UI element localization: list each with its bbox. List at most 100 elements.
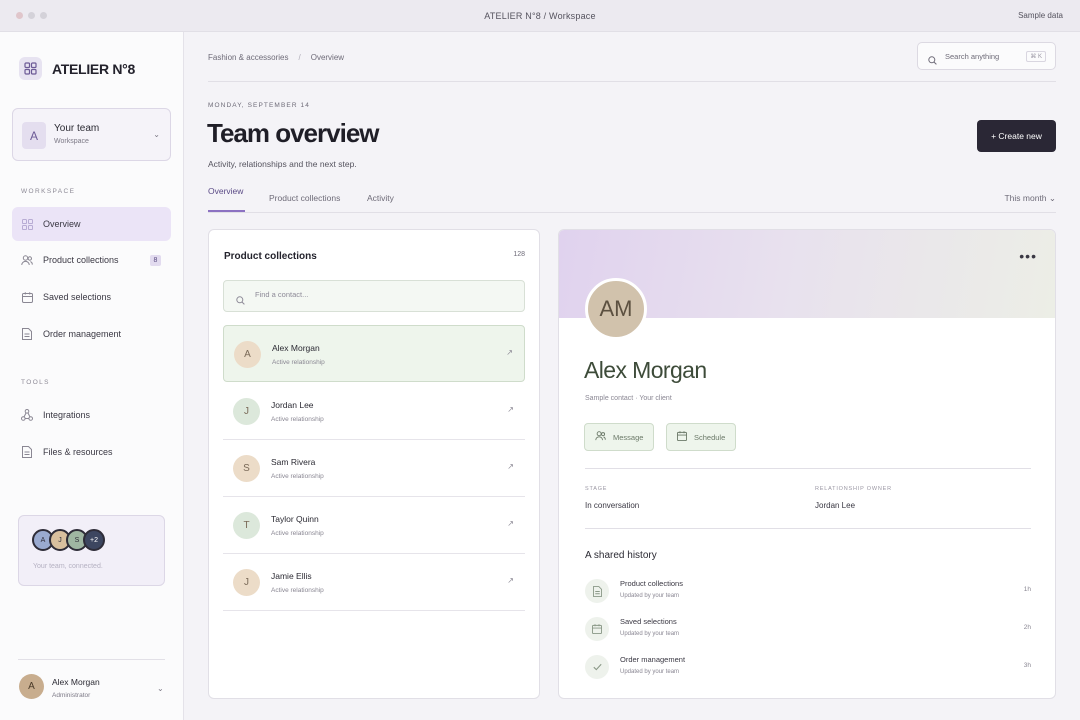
keyboard-shortcut: ⌘ K bbox=[1026, 51, 1046, 62]
arrow-up-right-icon[interactable]: ↗ bbox=[507, 405, 514, 414]
grid-icon bbox=[19, 57, 42, 80]
message-button[interactable]: Message bbox=[584, 423, 655, 451]
document-icon bbox=[585, 579, 609, 603]
history-time: 2h bbox=[1023, 624, 1031, 631]
arrow-up-right-icon[interactable]: ↗ bbox=[507, 462, 514, 471]
sidebar-item-label: Integrations bbox=[43, 410, 91, 420]
tab-product-collections[interactable]: Product collections bbox=[269, 193, 340, 203]
team-switcher[interactable]: A Your team Workspace ⌄ bbox=[12, 108, 171, 161]
create-new-button[interactable]: + Create new bbox=[977, 120, 1056, 152]
contact-status: Active relationship bbox=[271, 416, 324, 423]
check-icon bbox=[585, 655, 609, 679]
contact-row[interactable]: J Jamie Ellis Active relationship ↗ bbox=[223, 554, 525, 611]
stage-label: STAGE bbox=[585, 486, 608, 492]
arrow-up-right-icon[interactable]: ↗ bbox=[506, 348, 513, 357]
period-selector[interactable]: This month ⌄ bbox=[1004, 193, 1056, 204]
contact-name: Alex Morgan bbox=[584, 357, 707, 383]
active-tab-indicator bbox=[208, 210, 245, 212]
contact-detail-panel: ••• AM Alex Morgan Sample contact · Your… bbox=[558, 229, 1056, 699]
breadcrumb-separator: / bbox=[298, 53, 301, 62]
contact-row[interactable]: J Jordan Lee Active relationship ↗ bbox=[223, 383, 525, 440]
avatar[interactable]: A bbox=[19, 674, 44, 699]
sidebar-item-label: Files & resources bbox=[43, 447, 113, 457]
sidebar-item-product-collections[interactable]: Product collections 8 bbox=[12, 243, 171, 277]
breadcrumb: Fashion & accessories / Overview bbox=[208, 53, 344, 62]
sidebar-item-integrations[interactable]: Integrations bbox=[12, 398, 171, 432]
history-time: 1h bbox=[1023, 586, 1031, 593]
contact-name: Alex Morgan bbox=[272, 343, 320, 353]
history-time: 3h bbox=[1023, 662, 1031, 669]
avatar: J bbox=[233, 398, 260, 425]
contact-status: Active relationship bbox=[271, 530, 324, 537]
arrow-up-right-icon[interactable]: ↗ bbox=[507, 576, 514, 585]
history-sub: Updated by your team bbox=[620, 631, 680, 637]
search-icon bbox=[236, 292, 245, 310]
contact-row-selected[interactable]: A Alex Morgan Active relationship ↗ bbox=[223, 325, 525, 382]
avatar-overflow: +2 bbox=[83, 529, 105, 551]
collections-panel: Product collections 128 A Alex Morgan Ac… bbox=[208, 229, 540, 699]
more-options-icon[interactable]: ••• bbox=[1019, 248, 1037, 264]
sidebar-item-label: Saved selections bbox=[43, 292, 112, 302]
breadcrumb-item[interactable]: Fashion & accessories bbox=[208, 53, 288, 62]
contact-search[interactable] bbox=[223, 280, 525, 312]
count-badge: 8 bbox=[150, 255, 161, 266]
grid-icon bbox=[21, 218, 33, 230]
breadcrumb-item[interactable]: Overview bbox=[311, 53, 344, 62]
avatar: T bbox=[233, 512, 260, 539]
contact-search-input[interactable] bbox=[255, 290, 495, 299]
team-card[interactable]: A J S +2 Your team, connected. bbox=[18, 515, 165, 586]
tab-bar: Overview Product collections Activity Th… bbox=[208, 182, 1056, 213]
team-name: Your team bbox=[54, 123, 100, 134]
window-title: ATELIER N°8 / Workspace bbox=[484, 11, 596, 21]
brand-name: ATELIER N°8 bbox=[52, 60, 135, 77]
contact-name: Jordan Lee bbox=[271, 400, 314, 410]
search-placeholder: Search anything bbox=[945, 52, 1000, 61]
sidebar-item-label: Overview bbox=[43, 219, 81, 229]
users-icon bbox=[595, 431, 606, 443]
history-item[interactable]: Product collections Updated by your team… bbox=[585, 577, 1031, 607]
avatar: A bbox=[234, 341, 261, 368]
calendar-icon bbox=[21, 291, 33, 303]
history-name: Product collections bbox=[620, 579, 683, 588]
title-bar: ATELIER N°8 / Workspace Sample data bbox=[0, 0, 1080, 32]
sidebar-item-label: Product collections bbox=[43, 255, 119, 265]
avatar-stack: A J S +2 bbox=[32, 529, 105, 551]
file-icon bbox=[21, 446, 33, 458]
tab-overview[interactable]: Overview bbox=[208, 186, 243, 196]
tab-activity[interactable]: Activity bbox=[367, 193, 394, 203]
history-sub: Updated by your team bbox=[620, 593, 680, 599]
team-card-text: Your team, connected. bbox=[33, 563, 103, 570]
calendar-icon bbox=[585, 617, 609, 641]
divider bbox=[208, 81, 1056, 82]
avatar: AM bbox=[585, 278, 647, 340]
history-name: Order management bbox=[620, 655, 686, 664]
sidebar-item-files-resources[interactable]: Files & resources bbox=[12, 435, 171, 469]
brand[interactable]: ATELIER N°8 bbox=[19, 57, 135, 80]
arrow-up-right-icon[interactable]: ↗ bbox=[507, 519, 514, 528]
owner-label: RELATIONSHIP OWNER bbox=[815, 486, 892, 492]
history-item[interactable]: Saved selections Updated by your team 2h bbox=[585, 615, 1031, 645]
integrations-icon bbox=[21, 409, 33, 421]
schedule-button[interactable]: Schedule bbox=[666, 423, 737, 451]
users-icon bbox=[21, 254, 33, 266]
divider bbox=[585, 528, 1031, 529]
contact-row[interactable]: S Sam Rivera Active relationship ↗ bbox=[223, 440, 525, 497]
contact-status: Active relationship bbox=[271, 473, 324, 480]
sample-data-label: Sample data bbox=[1018, 11, 1063, 20]
main-content: Fashion & accessories / Overview Search … bbox=[184, 32, 1080, 720]
contact-status: Active relationship bbox=[271, 587, 324, 594]
sidebar-item-order-management[interactable]: Order management bbox=[12, 317, 171, 351]
sidebar-item-overview[interactable]: Overview bbox=[12, 207, 171, 241]
search-input[interactable]: Search anything ⌘ K bbox=[917, 42, 1056, 70]
contact-status: Active relationship bbox=[272, 359, 325, 366]
history-name: Saved selections bbox=[620, 617, 677, 626]
schedule-label: Schedule bbox=[694, 432, 726, 442]
chevron-down-icon[interactable]: ⌄ bbox=[157, 684, 164, 693]
contact-row[interactable]: T Taylor Quinn Active relationship ↗ bbox=[223, 497, 525, 554]
calendar-icon bbox=[677, 431, 687, 443]
sidebar-item-saved-selections[interactable]: Saved selections bbox=[12, 280, 171, 314]
contact-name: Sam Rivera bbox=[271, 457, 316, 467]
history-item[interactable]: Order management Updated by your team 3h bbox=[585, 653, 1031, 683]
contact-subtitle: Sample contact · Your client bbox=[585, 395, 672, 402]
message-label: Message bbox=[613, 432, 644, 442]
